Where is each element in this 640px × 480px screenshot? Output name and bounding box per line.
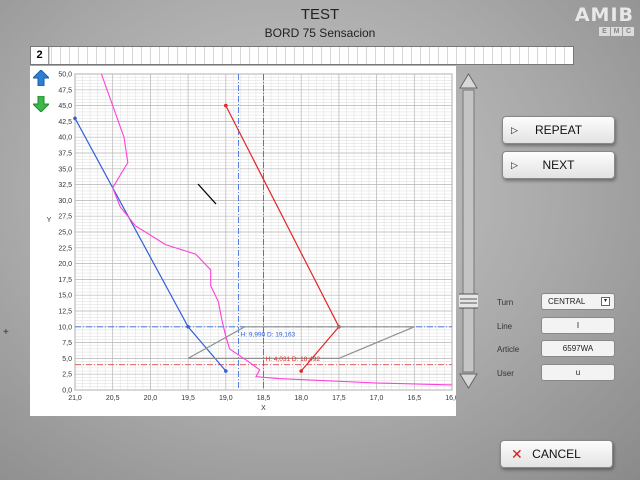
logo-sub-c: C <box>623 27 634 36</box>
x-tick-label: 19,5 <box>181 395 195 402</box>
series-point <box>224 369 228 373</box>
y-axis-label: Y <box>47 217 52 224</box>
user-label: User <box>497 369 514 378</box>
x-tick-label: 16,5 <box>407 395 421 402</box>
scroll-down-icon[interactable] <box>459 373 478 389</box>
turn-label: Turn <box>497 298 514 307</box>
series-point <box>224 103 228 108</box>
series-point <box>299 369 304 373</box>
y-tick-label: 0,0 <box>62 388 72 395</box>
line-field[interactable]: I <box>541 317 615 334</box>
article-field[interactable]: 6597WA <box>541 340 615 357</box>
y-tick-label: 20,0 <box>58 261 72 268</box>
close-icon: ✕ <box>511 445 523 462</box>
arrow-up-icon[interactable] <box>33 70 49 86</box>
y-tick-label: 32,5 <box>58 182 72 189</box>
series-point <box>186 325 190 329</box>
repeat-button[interactable]: ▷ REPEAT <box>502 116 615 144</box>
y-tick-label: 30,0 <box>58 198 72 205</box>
x-tick-label: 20,0 <box>144 395 158 402</box>
y-tick-label: 12,5 <box>58 309 72 316</box>
cancel-button[interactable]: ✕ CANCEL <box>500 440 613 468</box>
next-label: NEXT <box>542 158 575 172</box>
x-tick-label: 21,0 <box>68 395 82 402</box>
chart-panel: 21,0 20,5 20,0 19,5 19,0 18,5 18,0 17,5 17,0 16,5… <box>30 66 456 416</box>
timeline-strip[interactable]: 2 <box>30 46 574 65</box>
turn-value: CENTRAL <box>548 297 586 306</box>
y-tick-label: 35,0 <box>58 166 72 173</box>
play-icon: ▷ <box>511 124 518 135</box>
x-tick-label: 16,0 <box>445 395 456 402</box>
y-tick-label: 5,0 <box>62 356 72 363</box>
logo-text: AMIB <box>574 4 634 26</box>
cursor-readout: H: 4,031 D: 18,492 <box>266 356 321 363</box>
user-field[interactable]: u <box>541 364 615 381</box>
scroll-up-icon[interactable] <box>459 73 478 89</box>
y-tick-label: 27,5 <box>58 214 72 221</box>
y-tick-label: 22,5 <box>58 245 72 252</box>
logo-sub-e: E <box>599 27 610 36</box>
y-tick-label: 25,0 <box>58 230 72 237</box>
cursor-readout: H: 9,990 D: 19,163 <box>241 331 296 338</box>
series-point <box>73 116 77 121</box>
y-tick-label: 50,0 <box>58 72 72 79</box>
crosshair-icon: + <box>3 327 9 338</box>
strip-number: 2 <box>31 47 49 64</box>
scroll-track[interactable] <box>462 89 475 373</box>
logo-sub-m: M <box>611 27 622 36</box>
chevron-down-icon[interactable]: ▾ <box>601 297 610 306</box>
y-tick-label: 40,0 <box>58 135 72 142</box>
y-tick-label: 37,5 <box>58 151 72 158</box>
y-tick-label: 47,5 <box>58 87 72 94</box>
arrow-down-icon[interactable] <box>33 96 49 112</box>
y-tick-label: 7,5 <box>62 340 72 347</box>
y-tick-label: 42,5 <box>58 119 72 126</box>
x-tick-label: 17,0 <box>370 395 384 402</box>
x-tick-label: 17,5 <box>332 395 346 402</box>
x-tick-label: 20,5 <box>106 395 120 402</box>
x-axis-label: X <box>261 405 266 412</box>
y-tick-label: 45,0 <box>58 103 72 110</box>
article-label: Article <box>497 345 520 354</box>
brand-logo: AMIB E M C <box>574 4 634 44</box>
y-tick-label: 2,5 <box>62 372 72 379</box>
xy-chart[interactable]: 21,0 20,5 20,0 19,5 19,0 18,5 18,0 17,5 17,0 16,5… <box>30 66 456 416</box>
x-tick-label: 18,0 <box>294 395 308 402</box>
x-tick-label: 18,5 <box>257 395 271 402</box>
y-tick-label: 10,0 <box>58 324 72 331</box>
window-title: TEST <box>300 6 340 23</box>
y-tick-label: 17,5 <box>58 277 72 284</box>
scroll-thumb[interactable] <box>459 293 478 309</box>
x-tick-label: 19,0 <box>219 395 233 402</box>
play-icon: ▷ <box>511 159 518 170</box>
y-tick-label: 15,0 <box>58 293 72 300</box>
window-subtitle: BORD 75 Sensacion <box>264 26 376 40</box>
turn-select[interactable]: CENTRAL ▾ <box>541 293 615 310</box>
vertical-scrollbar[interactable] <box>459 72 478 390</box>
next-button[interactable]: ▷ NEXT <box>502 151 615 179</box>
repeat-label: REPEAT <box>534 123 583 137</box>
line-label: Line <box>497 322 513 331</box>
